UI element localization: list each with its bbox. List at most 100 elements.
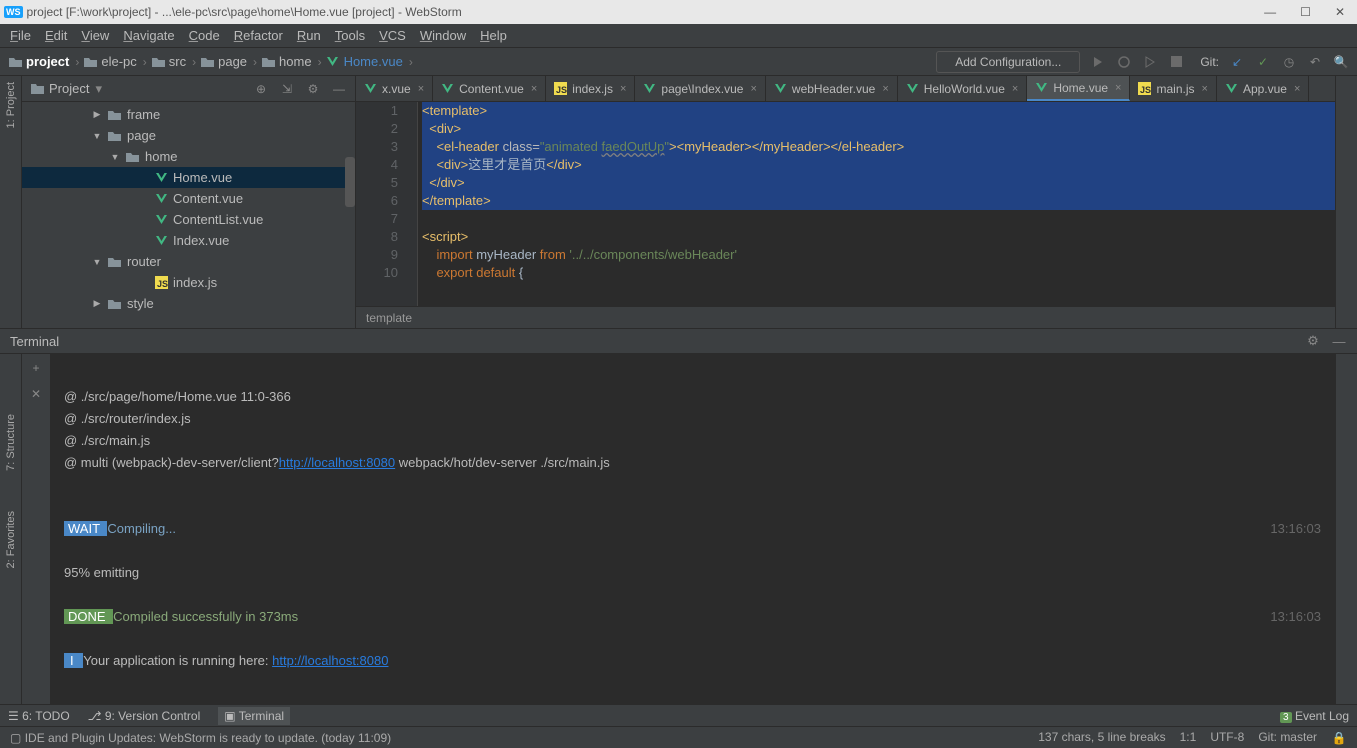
tree-contentlistvue[interactable]: ContentList.vue	[22, 209, 355, 230]
structure-tool-tab[interactable]: 7: Structure	[5, 414, 17, 471]
status-pos[interactable]: 1:1	[1180, 730, 1197, 746]
tab-mainjs[interactable]: JSmain.js×	[1130, 76, 1216, 101]
run-icon[interactable]	[1090, 54, 1106, 70]
project-tool-tab[interactable]: 1: Project	[5, 82, 17, 128]
breadcrumb-project[interactable]: project	[8, 54, 69, 69]
settings-icon[interactable]: ⚙	[305, 81, 321, 97]
project-tree[interactable]: ▶frame▼page▼homeHome.vueContent.vueConte…	[22, 102, 355, 328]
tree-frame[interactable]: ▶frame	[22, 104, 355, 125]
svg-text:JS: JS	[157, 279, 168, 289]
menu-vcs[interactable]: VCS	[379, 28, 406, 43]
menu-help[interactable]: Help	[480, 28, 507, 43]
status-branch[interactable]: Git: master	[1258, 730, 1317, 746]
scrollbar-thumb[interactable]	[345, 157, 355, 207]
hide-icon[interactable]: —	[331, 81, 347, 97]
minimize-icon[interactable]: —	[1264, 5, 1276, 19]
close-tab-icon[interactable]: ×	[1294, 83, 1300, 95]
favorites-tool-tab[interactable]: 2: Favorites	[5, 511, 17, 568]
tree-contentvue[interactable]: Content.vue	[22, 188, 355, 209]
breadcrumb-homevue[interactable]: Home.vue	[326, 54, 403, 69]
status-encoding[interactable]: UTF-8	[1210, 730, 1244, 746]
revert-icon[interactable]: ↶	[1307, 54, 1323, 70]
fold-column	[406, 102, 418, 306]
close-tab-icon[interactable]: ×	[750, 83, 756, 95]
menu-run[interactable]: Run	[297, 28, 321, 43]
menu-view[interactable]: View	[81, 28, 109, 43]
tab-helloworldvue[interactable]: HelloWorld.vue×	[898, 76, 1028, 101]
history-icon[interactable]: ◷	[1281, 54, 1297, 70]
info-badge: I	[64, 653, 83, 668]
line-gutter: 12345678910	[356, 102, 406, 306]
stop-icon[interactable]	[1168, 54, 1184, 70]
event-log-tab[interactable]: 3 Event Log	[1280, 709, 1349, 723]
menu-window[interactable]: Window	[420, 28, 466, 43]
navigation-row: project›ele-pc›src›page›home›Home.vue› A…	[0, 48, 1357, 76]
tree-style[interactable]: ▶style	[22, 293, 355, 314]
close-tab-icon[interactable]: ×	[882, 83, 888, 95]
tree-homevue[interactable]: Home.vue	[22, 167, 355, 188]
tab-pageindexvue[interactable]: page\Index.vue×	[635, 76, 766, 101]
new-session-icon[interactable]: +	[28, 360, 44, 376]
webstorm-logo-icon: WS	[4, 6, 23, 18]
svg-text:JS: JS	[1140, 85, 1151, 95]
tree-page[interactable]: ▼page	[22, 125, 355, 146]
menu-refactor[interactable]: Refactor	[234, 28, 283, 43]
localhost-link[interactable]: http://localhost:8080	[279, 455, 395, 470]
vcs-tab[interactable]: ⎇ 9: Version Control	[88, 709, 201, 723]
menu-tools[interactable]: Tools	[335, 28, 365, 43]
terminal-tab[interactable]: ▣ Terminal	[218, 707, 290, 725]
terminal-title: Terminal	[10, 334, 59, 349]
terminal-hide-icon[interactable]: —	[1331, 333, 1347, 349]
folder-icon	[30, 82, 45, 95]
add-configuration-button[interactable]: Add Configuration...	[936, 51, 1080, 73]
menu-navigate[interactable]: Navigate	[123, 28, 174, 43]
close-session-icon[interactable]: ✕	[28, 386, 44, 402]
breadcrumb-elepc[interactable]: ele-pc	[83, 54, 136, 69]
breadcrumb-src[interactable]: src	[151, 54, 186, 69]
commit-icon[interactable]: ✓	[1255, 54, 1271, 70]
terminal-settings-icon[interactable]: ⚙	[1305, 333, 1321, 349]
menu-edit[interactable]: Edit	[45, 28, 67, 43]
status-icon[interactable]: ▢	[10, 731, 21, 745]
close-tab-icon[interactable]: ×	[1202, 83, 1208, 95]
tab-indexjs[interactable]: JSindex.js×	[546, 76, 635, 101]
tab-xvue[interactable]: x.vue×	[356, 76, 433, 101]
search-icon[interactable]: 🔍	[1333, 54, 1349, 70]
run-with-coverage-icon[interactable]	[1142, 54, 1158, 70]
menu-code[interactable]: Code	[189, 28, 220, 43]
app-url-link[interactable]: http://localhost:8080	[272, 653, 388, 668]
close-tab-icon[interactable]: ×	[620, 83, 626, 95]
tree-home[interactable]: ▼home	[22, 146, 355, 167]
menu-file[interactable]: File	[10, 28, 31, 43]
terminal-output[interactable]: @ ./src/page/home/Home.vue 11:0-366 @ ./…	[50, 354, 1335, 704]
close-icon[interactable]: ✕	[1335, 5, 1345, 19]
code-breadcrumb[interactable]: template	[356, 306, 1335, 328]
debug-icon[interactable]	[1116, 54, 1132, 70]
tab-homevue[interactable]: Home.vue×	[1027, 76, 1130, 101]
maximize-icon[interactable]: ☐	[1300, 5, 1311, 19]
tree-indexvue[interactable]: Index.vue	[22, 230, 355, 251]
locate-icon[interactable]: ⊕	[253, 81, 269, 97]
tab-contentvue[interactable]: Content.vue×	[433, 76, 546, 101]
close-tab-icon[interactable]: ×	[418, 83, 424, 95]
dropdown-icon[interactable]: ▾	[95, 81, 102, 97]
right-gutter	[1335, 76, 1357, 328]
close-tab-icon[interactable]: ×	[1012, 83, 1018, 95]
tree-indexjs[interactable]: JSindex.js	[22, 272, 355, 293]
done-badge: DONE	[64, 609, 113, 624]
breadcrumb-home[interactable]: home	[261, 54, 312, 69]
window-title: project [F:\work\project] - ...\ele-pc\s…	[27, 5, 462, 19]
lock-icon[interactable]: 🔒	[1331, 730, 1347, 746]
collapse-icon[interactable]: ⇲	[279, 81, 295, 97]
tab-appvue[interactable]: App.vue×	[1217, 76, 1309, 101]
close-tab-icon[interactable]: ×	[1115, 82, 1121, 94]
update-project-icon[interactable]: ↙	[1229, 54, 1245, 70]
code-content[interactable]: <template> <div> <el-header class="anima…	[418, 102, 1335, 306]
tree-router[interactable]: ▼router	[22, 251, 355, 272]
close-tab-icon[interactable]: ×	[531, 83, 537, 95]
breadcrumb-page[interactable]: page	[200, 54, 247, 69]
svg-text:JS: JS	[556, 85, 567, 95]
tab-webheadervue[interactable]: webHeader.vue×	[766, 76, 898, 101]
status-bar: ▢ IDE and Plugin Updates: WebStorm is re…	[0, 726, 1357, 748]
todo-tab[interactable]: ☰ 6: TODO	[8, 709, 70, 723]
